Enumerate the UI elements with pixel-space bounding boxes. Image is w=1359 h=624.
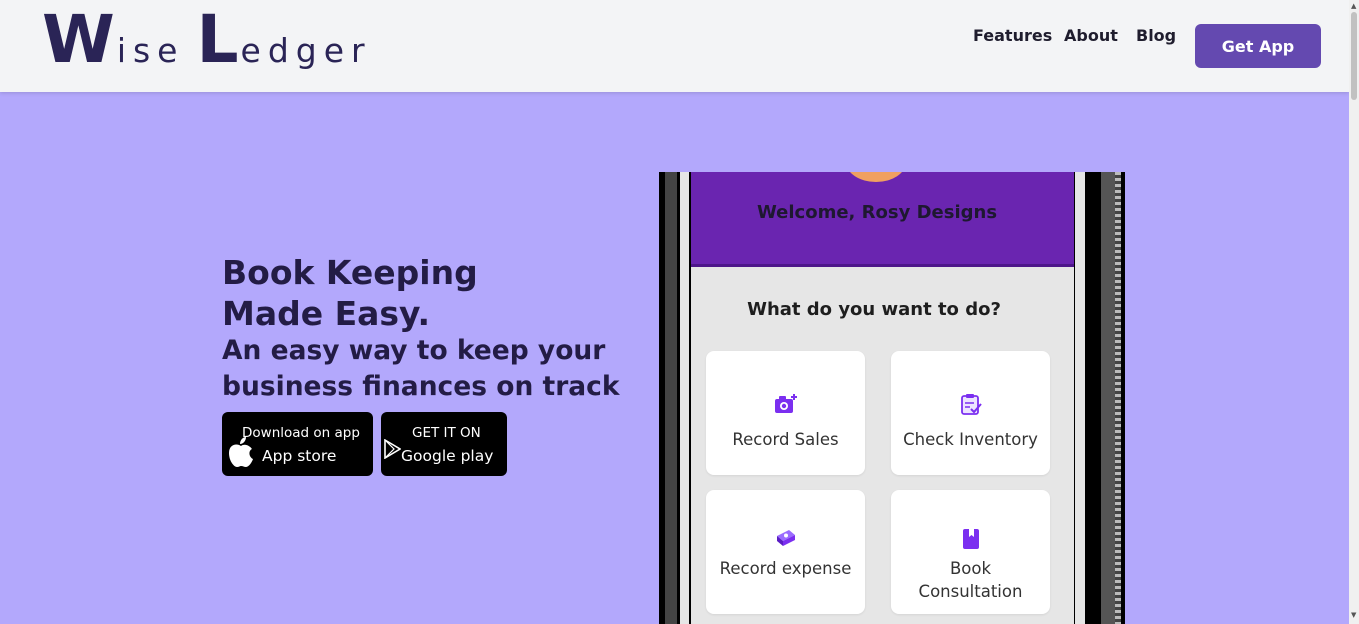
get-app-button[interactable]: Get App bbox=[1195, 24, 1321, 68]
nav-features-link[interactable]: Features bbox=[973, 26, 1052, 45]
record-sales-card[interactable]: Record Sales bbox=[706, 351, 865, 475]
avatar bbox=[846, 172, 906, 182]
brand-logo[interactable]: Wise Ledger bbox=[42, 7, 384, 73]
action-question: What do you want to do? bbox=[747, 299, 1001, 320]
hero-subtitle: An easy way to keep your business financ… bbox=[222, 335, 620, 402]
app-store-button[interactable]: Download on app App store bbox=[222, 412, 373, 476]
nav-about-link[interactable]: About bbox=[1064, 26, 1118, 45]
money-stack-icon bbox=[706, 528, 865, 548]
clipboard-check-icon bbox=[891, 393, 1050, 415]
google-play-button[interactable]: GET IT ON Google play bbox=[381, 412, 507, 476]
book-consultation-card[interactable]: Book Consultation bbox=[891, 490, 1050, 614]
app-store-caption: Download on app bbox=[242, 425, 360, 441]
hero-title: Book Keeping Made Easy. bbox=[222, 253, 478, 333]
record-expense-label: Record expense bbox=[719, 559, 852, 578]
camera-plus-icon bbox=[706, 393, 865, 415]
check-inventory-card[interactable]: Check Inventory bbox=[891, 351, 1050, 475]
scroll-up-arrow-icon[interactable]: ▲ bbox=[1351, 2, 1356, 10]
scroll-down-arrow-icon[interactable]: ▼ bbox=[1351, 611, 1356, 619]
book-consultation-label: Book Consultation bbox=[918, 559, 1023, 601]
app-store-label: App store bbox=[262, 447, 337, 465]
record-expense-card[interactable]: Record expense bbox=[706, 490, 865, 614]
app-screen: Welcome, Rosy Designs What do you want t… bbox=[691, 172, 1074, 624]
record-sales-label: Record Sales bbox=[732, 430, 839, 449]
book-icon bbox=[891, 528, 1050, 550]
app-welcome-header: Welcome, Rosy Designs bbox=[691, 172, 1074, 267]
check-inventory-label: Check Inventory bbox=[903, 430, 1038, 449]
google-play-caption: GET IT ON bbox=[412, 425, 481, 441]
scrollbar-thumb[interactable] bbox=[1351, 12, 1357, 100]
welcome-message: Welcome, Rosy Designs bbox=[756, 202, 998, 223]
google-play-label: Google play bbox=[401, 447, 494, 465]
site-header: Wise Ledger Features About Blog Get App bbox=[0, 0, 1349, 92]
google-play-icon bbox=[384, 439, 401, 459]
nav-blog-link[interactable]: Blog bbox=[1136, 26, 1176, 45]
